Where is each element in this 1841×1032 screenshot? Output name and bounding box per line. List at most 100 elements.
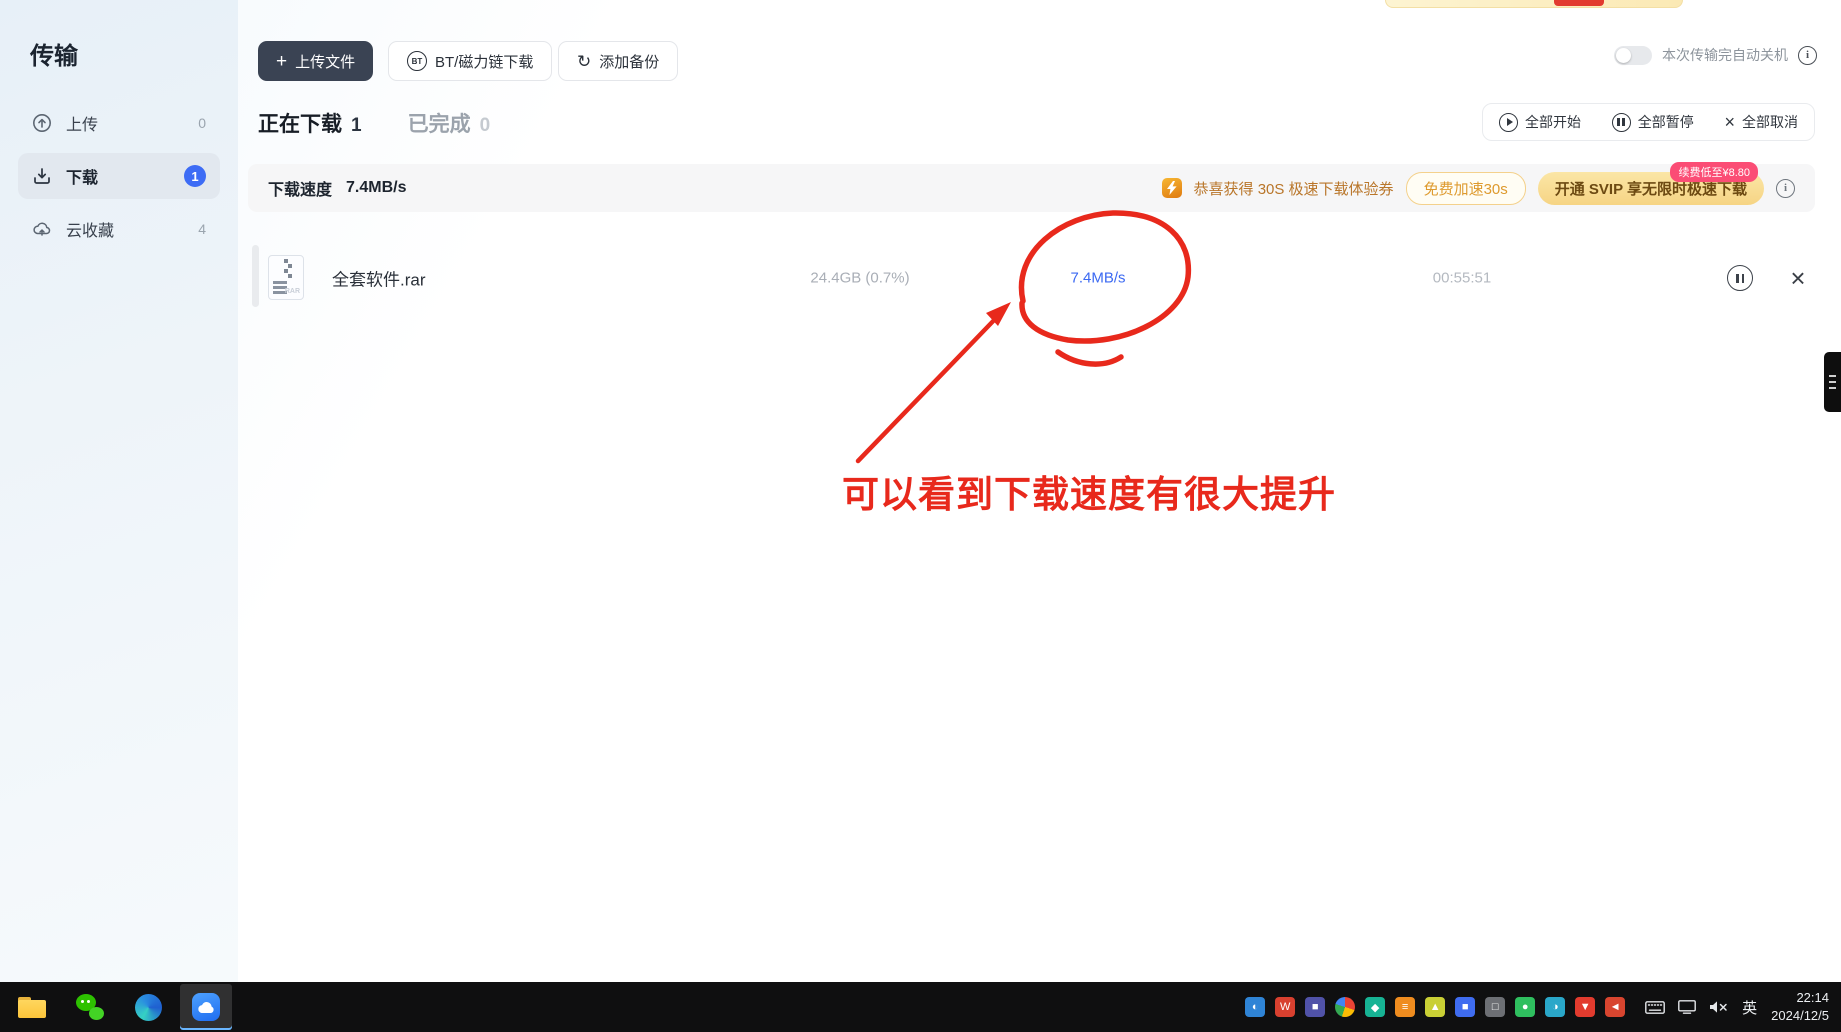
tab-downloading-label: 正在下载: [258, 108, 342, 138]
file-speed: 7.4MB/s: [1070, 270, 1125, 287]
tab-downloading[interactable]: 正在下载 1: [258, 108, 362, 138]
clock-time: 22:14: [1796, 989, 1829, 1007]
bt-icon: BT: [407, 51, 427, 71]
add-backup-label: 添加备份: [599, 51, 659, 72]
speed-value: 7.4MB/s: [346, 179, 406, 197]
taskbar-cloud-app-active[interactable]: [180, 984, 232, 1030]
start-all-label: 全部开始: [1525, 112, 1581, 132]
lightning-icon: [1162, 178, 1182, 198]
edge-dock-handle[interactable]: [1824, 352, 1841, 412]
tray-icon-12[interactable]: ▼: [1575, 997, 1595, 1017]
taskbar-wechat[interactable]: [64, 984, 116, 1030]
tray-icon-11[interactable]: ◑: [1545, 997, 1565, 1017]
taskbar-edge-browser[interactable]: [122, 984, 174, 1030]
sidebar: 传输 上传 0 下载 1 云收藏 4: [0, 0, 238, 982]
download-row[interactable]: RAR 全套软件.rar 24.4GB (0.7%) 7.4MB/s 00:55…: [248, 247, 1815, 309]
taskbar-file-explorer[interactable]: [6, 984, 58, 1030]
ime-indicator[interactable]: 英: [1742, 997, 1757, 1018]
wechat-icon: [76, 994, 104, 1020]
folder-icon: [18, 997, 46, 1018]
upload-file-label: 上传文件: [295, 51, 355, 72]
tab-row: 正在下载 1 已完成 0: [258, 108, 490, 138]
file-size-progress: 24.4GB (0.7%): [810, 270, 909, 287]
page-title: 传输: [30, 36, 78, 71]
tray-icon-5[interactable]: ◆: [1365, 997, 1385, 1017]
upload-circle-icon: [32, 113, 52, 133]
plus-icon: +: [276, 52, 287, 71]
svip-upgrade-button[interactable]: 开通 SVIP 享无限时极速下载 续费低至¥8.80: [1538, 172, 1764, 205]
top-banner-sliver: [1385, 0, 1683, 8]
download-tray-icon: [32, 166, 52, 186]
download-count-badge: 1: [184, 165, 206, 187]
tray-icon-8[interactable]: ■: [1455, 997, 1475, 1017]
tab-completed-label: 已完成: [408, 108, 471, 138]
free-boost-button[interactable]: 免费加速30s: [1406, 172, 1526, 205]
start-all-button[interactable]: 全部开始: [1499, 112, 1581, 132]
speed-info-icon[interactable]: i: [1776, 179, 1795, 198]
info-icon[interactable]: i: [1798, 46, 1817, 65]
close-icon: ×: [1724, 113, 1735, 131]
file-name: 全套软件.rar: [332, 266, 426, 291]
touch-keyboard-icon[interactable]: [1645, 1001, 1665, 1014]
auto-shutdown-label: 本次传输完自动关机: [1662, 45, 1788, 65]
system-clock[interactable]: 22:14 2024/12/5: [1771, 989, 1829, 1024]
tab-completed-count: 0: [480, 115, 491, 137]
sidebar-item-label: 云收藏: [66, 217, 114, 241]
add-backup-button[interactable]: ↻ 添加备份: [558, 41, 678, 81]
tab-downloading-count: 1: [351, 115, 362, 137]
tray-icon-13[interactable]: ◄: [1605, 997, 1625, 1017]
time-remaining: 00:55:51: [1433, 270, 1491, 287]
tray-icon-7[interactable]: ▲: [1425, 997, 1445, 1017]
system-tray: ◐ W ■ ◆ ≡ ▲ ■ □ ● ◑ ▼ ◄: [1245, 997, 1625, 1017]
refresh-icon: ↻: [577, 53, 591, 70]
rar-file-icon: RAR: [268, 255, 304, 300]
display-cast-icon[interactable]: [1678, 1000, 1696, 1014]
tray-icon-3[interactable]: ■: [1305, 997, 1325, 1017]
tray-icon-10[interactable]: ●: [1515, 997, 1535, 1017]
rar-type-mark: RAR: [285, 288, 300, 295]
top-banner-red-chip: [1554, 0, 1604, 6]
taskbar: ◐ W ■ ◆ ≡ ▲ ■ □ ● ◑ ▼ ◄ 英 22:14 2024/12/…: [0, 982, 1841, 1032]
cloud-favorites-count: 4: [198, 221, 206, 237]
tray-icon-6[interactable]: ≡: [1395, 997, 1415, 1017]
transfer-window: 传输 上传 0 下载 1 云收藏 4 + 上传文件 BT: [0, 0, 1841, 982]
auto-shutdown-toggle[interactable]: [1614, 46, 1652, 65]
volume-muted-icon[interactable]: [1709, 1000, 1728, 1014]
sidebar-item-cloud-favorites[interactable]: 云收藏 4: [18, 206, 220, 252]
system-indicators: [1645, 1000, 1728, 1014]
bt-magnet-download-button[interactable]: BT BT/磁力链下载: [388, 41, 552, 81]
edge-browser-icon: [135, 994, 162, 1021]
upload-file-button[interactable]: + 上传文件: [258, 41, 373, 81]
toggle-knob: [1616, 48, 1631, 63]
bt-button-label: BT/磁力链下载: [435, 51, 533, 72]
batch-actions: 全部开始 全部暂停 × 全部取消: [1482, 103, 1815, 141]
cloud-upload-icon: [32, 219, 52, 239]
sidebar-item-label: 上传: [66, 111, 98, 135]
tray-icon-2[interactable]: W: [1275, 997, 1295, 1017]
tab-completed[interactable]: 已完成 0: [408, 108, 491, 138]
sidebar-item-upload[interactable]: 上传 0: [18, 100, 220, 146]
cloud-app-icon: [192, 993, 220, 1021]
pause-task-button[interactable]: [1727, 265, 1753, 291]
speed-bar-promos: 恭喜获得 30S 极速下载体验券 免费加速30s 开通 SVIP 享无限时极速下…: [1162, 172, 1795, 205]
cancel-all-button[interactable]: × 全部取消: [1724, 112, 1798, 132]
clock-date: 2024/12/5: [1771, 1007, 1829, 1025]
sidebar-item-download[interactable]: 下载 1: [18, 153, 220, 199]
sidebar-item-label: 下载: [66, 164, 98, 188]
annotation-arrow-shaft: [858, 315, 999, 461]
cancel-task-button[interactable]: ×: [1790, 265, 1805, 291]
tray-icon-9[interactable]: □: [1485, 997, 1505, 1017]
cancel-all-label: 全部取消: [1742, 112, 1798, 132]
speed-label: 下载速度: [268, 176, 332, 200]
play-circle-icon: [1499, 113, 1518, 132]
upload-count: 0: [198, 115, 206, 131]
tray-icon-1[interactable]: ◐: [1245, 997, 1265, 1017]
pause-all-button[interactable]: 全部暂停: [1612, 112, 1694, 132]
coupon-promo-text: 恭喜获得 30S 极速下载体验券: [1194, 178, 1394, 199]
pause-all-label: 全部暂停: [1638, 112, 1694, 132]
annotation-text: 可以看到下载速度有很大提升: [842, 464, 1336, 518]
zip-teeth-decoration: [284, 259, 292, 279]
speed-bar: 下载速度 7.4MB/s 恭喜获得 30S 极速下载体验券 免费加速30s 开通…: [248, 164, 1815, 212]
tray-icon-browser[interactable]: [1335, 997, 1355, 1017]
auto-shutdown-group: 本次传输完自动关机 i: [1614, 45, 1817, 65]
